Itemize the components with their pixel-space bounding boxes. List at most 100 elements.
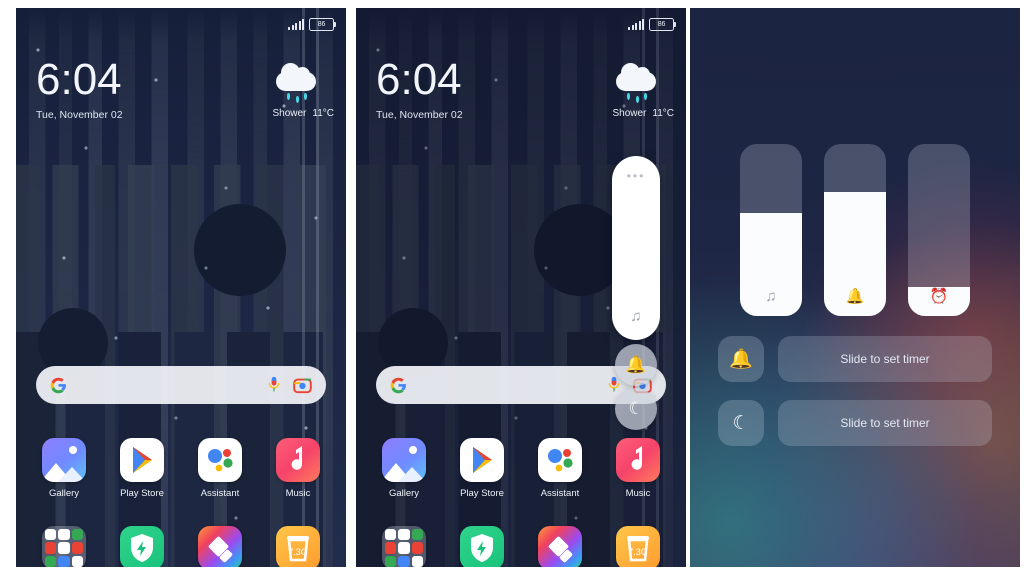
app-google-folder[interactable] bbox=[370, 526, 438, 567]
app-gallery[interactable]: Gallery bbox=[30, 438, 98, 499]
signal-bars-icon bbox=[288, 19, 304, 30]
weather-text: Shower 11°C bbox=[570, 108, 674, 119]
security-shield-icon bbox=[460, 526, 504, 567]
alarm-volume-slider[interactable]: ⏰ bbox=[908, 144, 970, 316]
status-bar: 86 bbox=[628, 18, 677, 31]
app-assistant[interactable]: Assistant bbox=[526, 438, 594, 499]
volume-sliders-group: ♫ 🔔 ⏰ bbox=[690, 144, 1020, 316]
play-store-icon bbox=[460, 438, 504, 482]
microphone-icon[interactable] bbox=[267, 376, 281, 394]
ring-volume-slider[interactable]: 🔔 bbox=[824, 144, 886, 316]
media-volume-slider[interactable]: ♫ bbox=[740, 144, 802, 316]
google-g-icon bbox=[390, 377, 406, 393]
app-label: Assistant bbox=[200, 488, 240, 499]
bell-icon: 🔔 bbox=[625, 355, 647, 374]
weather-text: Shower 11°C bbox=[230, 108, 334, 119]
bell-icon[interactable]: 🔔 bbox=[718, 336, 764, 382]
app-grid-row-2: 7.3G bbox=[30, 526, 332, 567]
silent-timer-button[interactable]: Slide to set timer bbox=[778, 336, 992, 382]
google-lens-icon[interactable] bbox=[293, 376, 312, 395]
weather-condition: Shower bbox=[612, 108, 647, 119]
app-play-store[interactable]: Play Store bbox=[108, 438, 176, 499]
app-label: Play Store bbox=[460, 488, 504, 499]
app-security[interactable] bbox=[108, 526, 176, 567]
app-label: Play Store bbox=[120, 488, 164, 499]
signal-bars-icon bbox=[628, 19, 644, 30]
clock-date: Tue, November 02 bbox=[376, 109, 463, 121]
alarm-clock-icon: ⏰ bbox=[929, 288, 949, 305]
more-options-dots-icon[interactable]: ••• bbox=[612, 170, 660, 182]
app-cleaner[interactable]: 7.3G bbox=[264, 526, 332, 567]
music-icon bbox=[616, 438, 660, 482]
volume-slider-card[interactable]: ••• ♫ bbox=[612, 156, 660, 340]
app-label: Gallery bbox=[388, 488, 420, 499]
security-shield-icon bbox=[120, 526, 164, 567]
phone-panel-volume-popup: 86 6:04 Tue, November 02 Shower 11°C Gall… bbox=[356, 8, 686, 567]
app-label: Music bbox=[625, 488, 651, 499]
music-note-icon: ♫ bbox=[765, 288, 777, 305]
battery-level-text: 86 bbox=[657, 21, 666, 28]
music-icon bbox=[276, 438, 320, 482]
music-note-icon: ♫ bbox=[630, 308, 642, 325]
cleaner-trash-icon: 7.3G bbox=[616, 526, 660, 567]
google-search-bar[interactable] bbox=[36, 366, 326, 404]
shower-cloud-icon bbox=[230, 63, 316, 103]
app-label: Gallery bbox=[48, 488, 80, 499]
phone-panel-sound-settings: ♫ 🔔 ⏰ 🔔 Slide to set timer ☾ Slide to se… bbox=[690, 8, 1020, 567]
app-google-folder[interactable] bbox=[30, 526, 98, 567]
clock-time: 6:04 bbox=[376, 55, 462, 104]
google-assistant-icon bbox=[538, 438, 582, 482]
app-cleaner[interactable]: 7.3G bbox=[604, 526, 672, 567]
dnd-timer-button[interactable]: Slide to set timer bbox=[778, 400, 992, 446]
ring-mode-button[interactable]: 🔔 bbox=[615, 344, 657, 386]
app-assistant[interactable]: Assistant bbox=[186, 438, 254, 499]
clock-time: 6:04 bbox=[36, 55, 122, 104]
app-music[interactable]: Music bbox=[604, 438, 672, 499]
app-label: Music bbox=[285, 488, 311, 499]
timer-rows-group: 🔔 Slide to set timer ☾ Slide to set time… bbox=[718, 336, 992, 464]
google-folder-icon bbox=[42, 526, 86, 567]
microphone-icon[interactable] bbox=[607, 376, 621, 394]
clock-date: Tue, November 02 bbox=[36, 109, 123, 121]
bell-icon: 🔔 bbox=[845, 288, 865, 305]
screenshot-stage: 86 6:04 Tue, November 02 Shower 11°C Gall… bbox=[0, 0, 1024, 575]
battery-icon: 86 bbox=[309, 18, 337, 31]
shower-cloud-icon bbox=[570, 63, 656, 103]
moon-icon[interactable]: ☾ bbox=[718, 400, 764, 446]
moon-icon: ☾ bbox=[628, 399, 644, 418]
phone-panel-home: 86 6:04 Tue, November 02 Shower 11°C Gall… bbox=[16, 8, 346, 567]
app-themes[interactable] bbox=[186, 526, 254, 567]
google-g-icon bbox=[50, 377, 66, 393]
weather-widget[interactable]: Shower 11°C bbox=[570, 63, 674, 119]
weather-temperature: 11°C bbox=[312, 108, 334, 119]
battery-level-text: 86 bbox=[317, 21, 326, 28]
clock-widget[interactable]: 6:04 Tue, November 02 bbox=[376, 55, 463, 122]
gallery-icon bbox=[42, 438, 86, 482]
themes-brush-icon bbox=[538, 526, 582, 567]
do-not-disturb-button[interactable]: ☾ bbox=[615, 388, 657, 430]
clock-widget[interactable]: 6:04 Tue, November 02 bbox=[36, 55, 123, 122]
app-play-store[interactable]: Play Store bbox=[448, 438, 516, 499]
status-bar: 86 bbox=[288, 18, 337, 31]
dnd-timer-row: ☾ Slide to set timer bbox=[718, 400, 992, 446]
cleaner-trash-icon: 7.3G bbox=[276, 526, 320, 567]
app-grid-row-1: Gallery Play Store Assistant Music bbox=[30, 438, 332, 499]
weather-widget[interactable]: Shower 11°C bbox=[230, 63, 334, 119]
svg-text:7.3G: 7.3G bbox=[288, 547, 308, 557]
battery-icon: 86 bbox=[649, 18, 677, 31]
app-music[interactable]: Music bbox=[264, 438, 332, 499]
app-security[interactable] bbox=[448, 526, 516, 567]
svg-text:7.3G: 7.3G bbox=[628, 547, 648, 557]
google-assistant-icon bbox=[198, 438, 242, 482]
play-store-icon bbox=[120, 438, 164, 482]
app-themes[interactable] bbox=[526, 526, 594, 567]
themes-brush-icon bbox=[198, 526, 242, 567]
google-folder-icon bbox=[382, 526, 426, 567]
app-label: Assistant bbox=[540, 488, 580, 499]
app-gallery[interactable]: Gallery bbox=[370, 438, 438, 499]
silent-timer-row: 🔔 Slide to set timer bbox=[718, 336, 992, 382]
app-grid-row-1: Gallery Play Store Assistant Music bbox=[370, 438, 672, 499]
weather-condition: Shower bbox=[272, 108, 307, 119]
gallery-icon bbox=[382, 438, 426, 482]
app-grid-row-2: 7.3G bbox=[370, 526, 672, 567]
